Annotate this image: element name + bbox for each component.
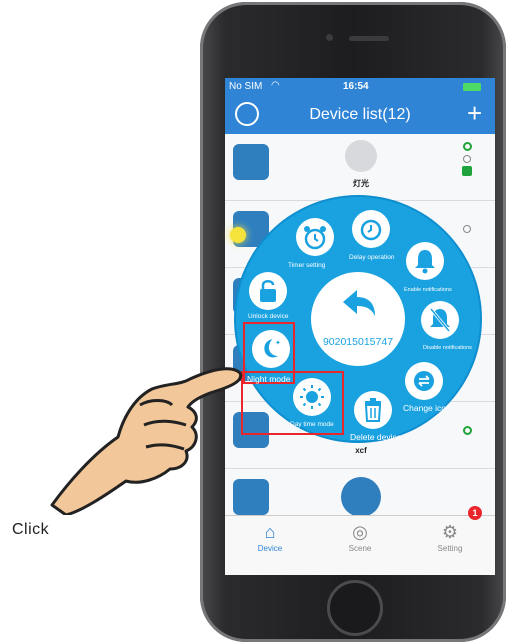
list-item[interactable]: 灯光 [225,134,495,201]
device-name: 灯光 [353,179,369,188]
add-device-button[interactable]: + [467,98,482,129]
avatar[interactable] [235,102,259,126]
battery-icon [463,83,481,91]
carrier-label: No SIM [229,81,263,92]
house-icon [341,477,381,517]
unlock-icon [260,280,276,302]
delay-operation-button[interactable] [352,210,390,248]
gear-icon: ⚙ [441,522,459,542]
timer-setting-label: Timer setting [288,262,326,269]
tab-label: Setting [437,544,463,553]
front-camera [326,34,333,41]
day-time-mode-button[interactable] [293,378,331,416]
svg-text:✦: ✦ [275,339,281,347]
bell-off-icon [429,308,451,332]
delete-device-button[interactable] [354,391,392,429]
alarm-clock-icon [304,226,326,250]
device-id: 902015015747 [322,336,394,348]
tab-device[interactable]: ⌂ Device [225,520,315,553]
tab-label: Scene [348,544,372,553]
sun-icon [300,385,324,409]
tab-bar: ⌂ Device ◎ Scene ⚙ Setting 1 [225,506,495,575]
delay-operation-label: Delay operation [349,254,395,261]
enable-notifications-label: Enable notifications [404,287,452,293]
bulb-icon [345,140,377,172]
back-button[interactable] [311,272,405,366]
wifi-icon: ◠ [271,80,280,91]
unlock-device-button[interactable] [249,272,287,310]
bulb-glow [230,227,246,243]
undo-icon [343,290,375,316]
change-icon-button[interactable] [405,362,443,400]
status-indicator [463,155,471,163]
tab-label: Device [257,544,283,553]
notification-badge: 1 [468,506,482,520]
unlock-device-label: Unlock device [248,313,289,320]
click-annotation: Click [12,521,50,538]
status-bar: No SIM ◠ 16:54 [225,78,495,96]
disable-notifications-label: Disable notifications [423,345,472,351]
lamp-icon [233,144,269,180]
moon-icon: ✦ [264,339,281,358]
change-icon-label: Change icon [403,403,451,413]
online-indicator [463,142,472,151]
home-button[interactable] [327,580,383,636]
bell-icon [415,250,435,274]
online-indicator [463,426,472,435]
scene-icon: ◎ [352,522,368,542]
timer-setting-button[interactable] [296,218,334,256]
earpiece-speaker [349,36,389,41]
tab-scene[interactable]: ◎ Scene [315,520,405,553]
lock-icon [462,166,472,176]
disable-notifications-button[interactable] [421,301,459,339]
day-time-mode-label: Day time mode [290,421,334,428]
night-mode-button[interactable]: ✦ [252,330,290,368]
enable-notifications-button[interactable] [406,242,444,280]
tab-setting[interactable]: ⚙ Setting [405,520,495,553]
status-indicator [463,225,471,233]
pointing-hand-icon [50,367,243,515]
clock: 16:54 [343,81,369,92]
delete-device-label: Delete device [350,432,402,442]
delay-clock-icon [360,219,382,241]
trash-icon [364,398,382,422]
swap-icon [414,371,434,391]
home-icon: ⌂ [264,522,276,542]
nav-bar: Device list(12) + [225,96,495,134]
page-title: Device list(12) [309,106,411,123]
device-name: xcf [355,446,367,455]
